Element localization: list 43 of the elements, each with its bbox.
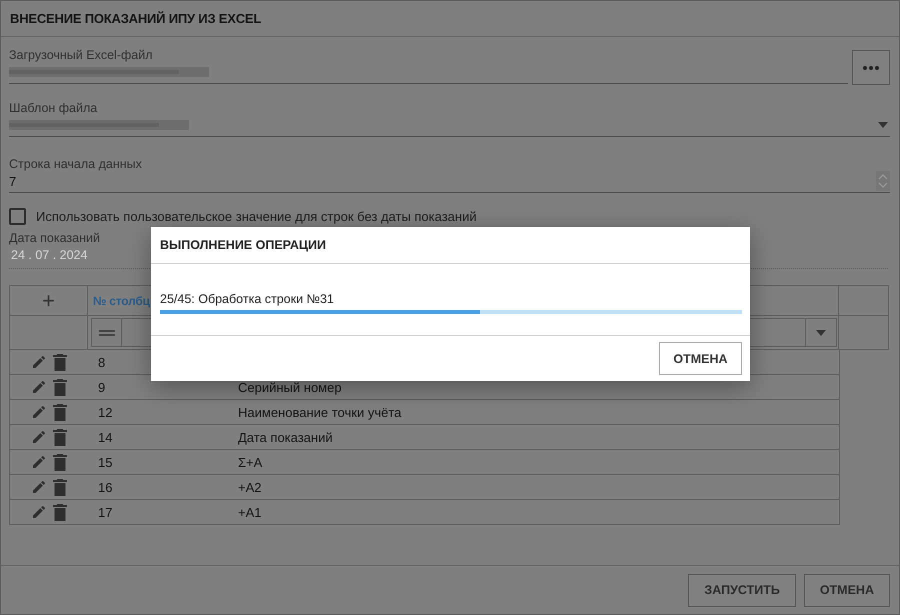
add-button[interactable]: + [42,290,55,312]
trash-icon[interactable] [53,404,67,420]
run-button[interactable]: ЗАПУСТИТЬ [688,574,796,606]
table-cell: Σ+A [238,454,262,470]
number-input[interactable]: Строка начала данных 7 [9,156,890,193]
table-cell: 15 [98,454,112,470]
table-cell: 17 [98,504,112,520]
trash-icon[interactable] [53,354,67,370]
table-cell: 16 [98,480,112,494]
table-cell: 12 [98,404,112,420]
trash-icon[interactable] [53,478,67,496]
trash-icon[interactable] [53,454,67,470]
trash-icon[interactable] [53,378,67,396]
trash-icon[interactable] [53,504,67,520]
table-cell: 8 [98,354,106,370]
table-cell: 9 [98,380,106,394]
edit-icon[interactable] [31,454,47,470]
file-input[interactable]: Загрузочный Excel-файл [9,47,848,84]
table-cell: Наименование точки учёта [238,404,402,420]
table-cell: +A1 [238,504,262,520]
edit-icon[interactable] [31,404,47,420]
more-icon[interactable] [863,66,879,70]
edit-icon[interactable] [31,354,47,370]
cancel-button[interactable]: ОТМЕНА [804,574,890,606]
edit-icon[interactable] [31,379,47,395]
table-cell: 14 [98,430,112,444]
caret-icon[interactable] [878,122,888,128]
template-select[interactable]: Шаблон файла [9,100,890,137]
progress-message: 25/45: Обработка строки №31 [160,291,335,307]
edit-icon[interactable] [31,504,47,520]
equals-icon[interactable] [98,330,114,336]
table-cell: Дата показаний [238,430,333,444]
checkbox-label: Использовать пользовательское значение для строк без даты показаний [36,209,477,224]
dialog-title: ВЫПОЛНЕНИЕ ОПЕРАЦИИ [160,238,326,252]
table-cell: Серийный номер [238,380,342,394]
table-cell: +A2 [238,480,262,494]
window-title: ВНЕСЕНИЕ ПОКАЗАНИЙ ИПУ ИЗ EXCEL [10,11,262,26]
edit-icon[interactable] [31,429,47,445]
caret-icon[interactable] [816,330,826,336]
edit-icon[interactable] [31,479,47,495]
trash-icon[interactable] [53,428,67,446]
browse-button[interactable] [852,50,890,85]
cancel-button[interactable]: ОТМЕНА [659,342,742,375]
